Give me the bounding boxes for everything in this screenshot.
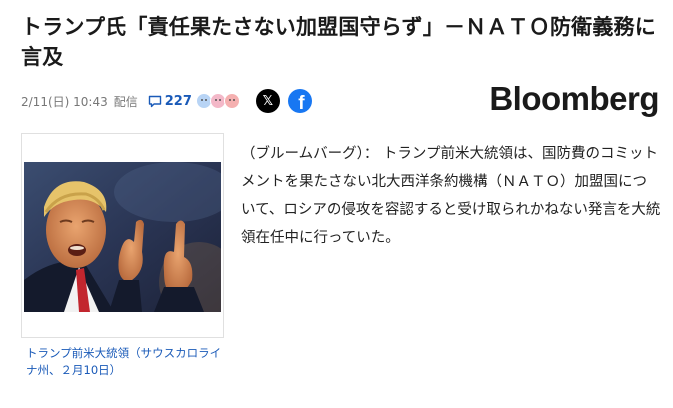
x-logo-icon: 𝕏 xyxy=(262,93,274,109)
trump-photo-illustration xyxy=(24,162,221,312)
article-headline: トランプ氏「責任果たさない加盟国守らず」－ＮＡＴＯ防衛義務に言及 xyxy=(21,15,656,69)
share-facebook-button[interactable]: f xyxy=(287,89,312,113)
publish-date: 2/11(日) 10:43 xyxy=(21,94,108,109)
article-meta: 2/11(日) 10:43 配信 227 𝕏 f xyxy=(21,89,312,113)
article-photo[interactable] xyxy=(24,162,221,312)
comment-icon xyxy=(148,95,161,107)
reaction-face-icon xyxy=(223,93,240,109)
share-x-button[interactable]: 𝕏 xyxy=(255,89,280,113)
article-body: （ブルームバーグ）： トランプ前米大統領は、国防費のコミットメントを果たさない北… xyxy=(241,146,661,246)
source-label: 配信 xyxy=(113,94,138,109)
facebook-logo-icon: f xyxy=(298,93,305,113)
publisher-logo[interactable]: Bloomberg xyxy=(489,80,659,118)
photo-caption[interactable]: トランプ前米大統領（サウスカロライナ州、２月10日） xyxy=(26,345,226,379)
reaction-icons[interactable] xyxy=(195,93,240,109)
comments-button[interactable]: 227 xyxy=(148,94,192,109)
comment-count: 227 xyxy=(164,93,192,109)
article-photo-card[interactable] xyxy=(21,133,224,338)
